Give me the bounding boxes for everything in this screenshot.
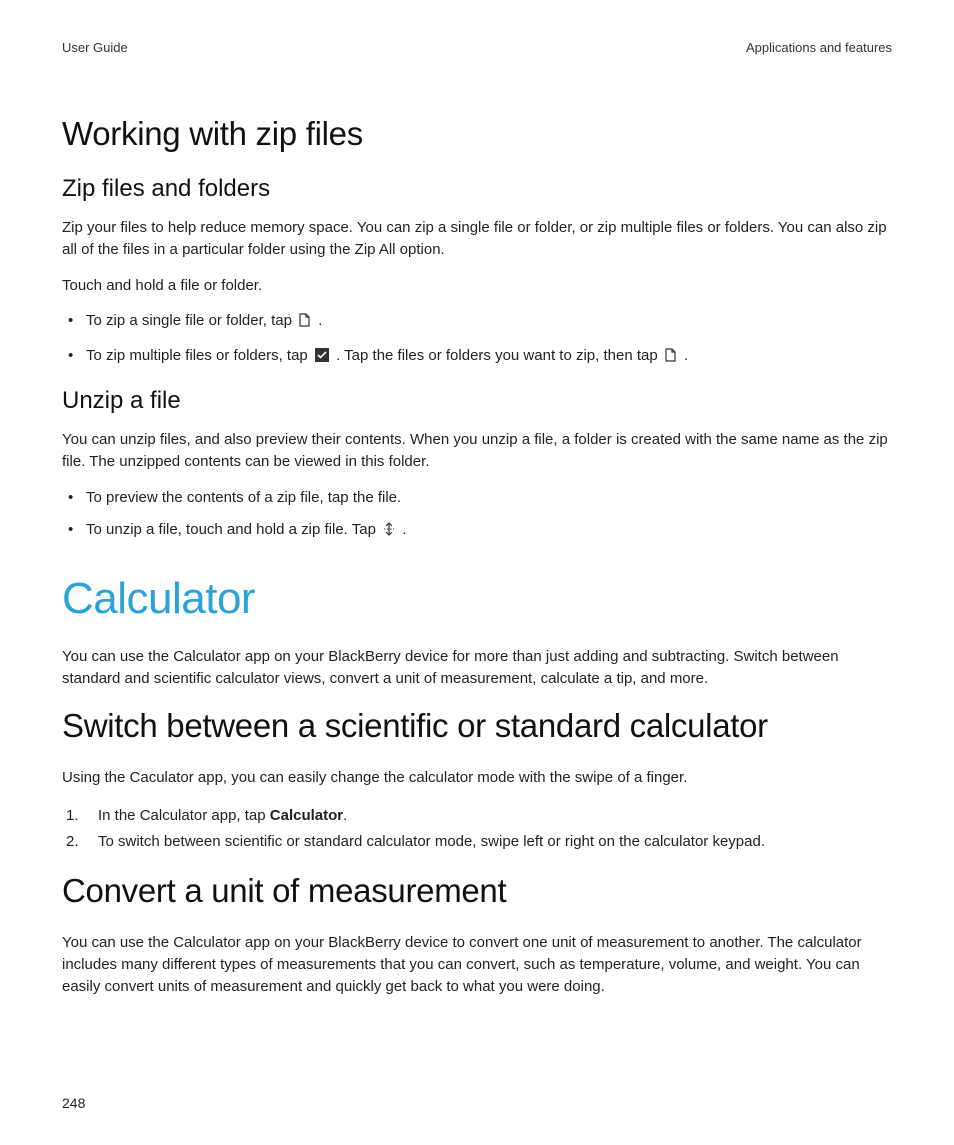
list-item: To preview the contents of a zip file, t… bbox=[62, 487, 892, 510]
text: . bbox=[343, 807, 347, 824]
list-item: In the Calculator app, tap Calculator. bbox=[62, 803, 892, 829]
text: To preview the contents of a zip file, t… bbox=[86, 489, 401, 506]
page-content: User Guide Applications and features Wor… bbox=[0, 0, 954, 1051]
text: . Tap the files or folders you want to z… bbox=[336, 347, 662, 364]
page-number: 248 bbox=[62, 1095, 85, 1111]
file-icon bbox=[665, 347, 677, 370]
heading-zip-files-folders: Zip files and folders bbox=[62, 175, 892, 203]
header-left: User Guide bbox=[62, 40, 128, 55]
text: . bbox=[684, 347, 688, 364]
paragraph: You can unzip files, and also preview th… bbox=[62, 429, 892, 473]
paragraph: You can use the Calculator app on your B… bbox=[62, 932, 892, 997]
paragraph: Touch and hold a file or folder. bbox=[62, 275, 892, 297]
list-item: To zip multiple files or folders, tap . … bbox=[62, 345, 892, 370]
text: To zip multiple files or folders, tap bbox=[86, 347, 312, 364]
paragraph: Using the Caculator app, you can easily … bbox=[62, 767, 892, 789]
heading-calculator: Calculator bbox=[62, 574, 892, 624]
heading-switch-calculator: Switch between a scientific or standard … bbox=[62, 707, 892, 745]
bold-text: Calculator bbox=[270, 807, 343, 824]
paragraph: Zip your files to help reduce memory spa… bbox=[62, 217, 892, 261]
select-icon bbox=[315, 347, 329, 370]
heading-convert-unit: Convert a unit of measurement bbox=[62, 872, 892, 910]
page-header: User Guide Applications and features bbox=[62, 40, 892, 55]
list-item: To switch between scientific or standard… bbox=[62, 829, 892, 855]
text: To zip a single file or folder, tap bbox=[86, 312, 296, 329]
text: . bbox=[318, 312, 322, 329]
paragraph: You can use the Calculator app on your B… bbox=[62, 646, 892, 690]
list-item: To unzip a file, touch and hold a zip fi… bbox=[62, 519, 892, 544]
header-right: Applications and features bbox=[746, 40, 892, 55]
heading-unzip: Unzip a file bbox=[62, 387, 892, 415]
text: To switch between scientific or standard… bbox=[98, 833, 765, 850]
bullet-list: To preview the contents of a zip file, t… bbox=[62, 487, 892, 544]
text: In the Calculator app, tap bbox=[98, 807, 270, 824]
text: . bbox=[402, 521, 406, 538]
heading-working-with-zip: Working with zip files bbox=[62, 115, 892, 153]
text: To unzip a file, touch and hold a zip fi… bbox=[86, 521, 380, 538]
bullet-list: To zip a single file or folder, tap . To… bbox=[62, 310, 892, 369]
list-item: To zip a single file or folder, tap . bbox=[62, 310, 892, 335]
numbered-list: In the Calculator app, tap Calculator. T… bbox=[62, 803, 892, 854]
file-icon bbox=[299, 312, 311, 335]
unzip-icon bbox=[383, 521, 395, 544]
